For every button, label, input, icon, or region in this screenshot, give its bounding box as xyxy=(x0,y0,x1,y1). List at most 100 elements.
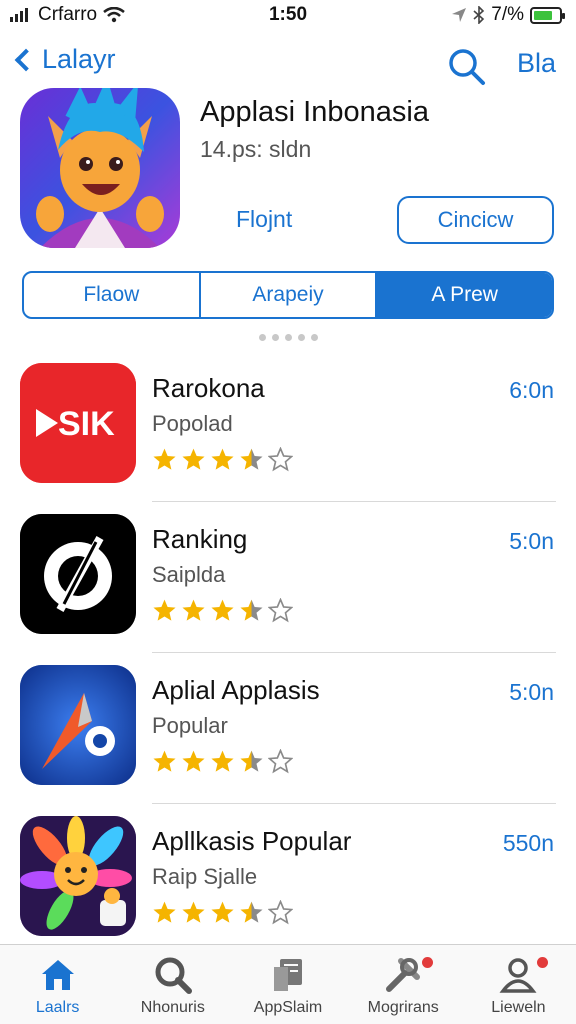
star-icon xyxy=(211,750,234,772)
app-subtitle: Saiplda xyxy=(152,562,226,587)
app-icon-text: SIK xyxy=(58,405,115,443)
page-dot xyxy=(310,334,318,341)
star-rating xyxy=(152,749,293,774)
star-icon xyxy=(153,901,176,923)
app-subtitle: Popolad xyxy=(152,411,233,436)
app-price-button[interactable]: 6:0n xyxy=(509,377,554,404)
search-icon xyxy=(155,957,192,994)
notification-badge xyxy=(537,957,549,968)
star-icon xyxy=(240,599,263,621)
star-icon xyxy=(211,599,234,621)
star-icon xyxy=(182,750,205,772)
app-icon: SIK xyxy=(20,363,136,483)
star-icon xyxy=(268,900,293,925)
star-icon xyxy=(268,749,293,774)
app-price-button[interactable]: 550n xyxy=(503,830,554,857)
bluetooth-icon xyxy=(473,6,485,24)
page-indicator xyxy=(0,334,576,341)
circle-slash-icon xyxy=(20,514,136,634)
tab-label: AppSlaim xyxy=(253,999,323,1016)
status-right: 7/% xyxy=(451,4,565,26)
star-icon xyxy=(153,448,176,470)
star-icon xyxy=(240,901,263,923)
page-dot xyxy=(271,334,279,341)
battery-percent: 7/% xyxy=(491,4,524,25)
star-icon xyxy=(153,750,176,772)
tab-label: Nhonuris xyxy=(140,999,205,1016)
segment-1[interactable]: Flaow xyxy=(24,273,201,317)
status-bar: Crfarro 1:50 7/% xyxy=(0,0,576,28)
nav-bar: Lalayr Bla xyxy=(0,30,576,96)
notification-badge xyxy=(421,957,433,968)
list-item[interactable]: Apllkasis Popular Raip Sjalle 550n xyxy=(0,808,576,959)
star-rating xyxy=(152,447,293,472)
tab-profile[interactable]: Lieweln xyxy=(461,945,576,1024)
tab-tools[interactable]: Mogrirans xyxy=(346,945,461,1024)
app-subtitle: Popular xyxy=(152,713,228,738)
featured-app-header: Applasi Inbonasia 14.ps: sldn Flojnt Cin… xyxy=(0,88,576,258)
tab-bar: Laalrs Nhonuris AppSlaim Mogrirans Liewe… xyxy=(0,944,576,1024)
page-dot xyxy=(297,334,305,341)
tab-label: Lieweln xyxy=(491,999,546,1016)
app-price-button[interactable]: 5:0n xyxy=(509,679,554,706)
chevron-left-icon xyxy=(14,48,38,71)
app-title: Aplial Applasis xyxy=(152,675,320,705)
tab-label: Mogrirans xyxy=(367,999,439,1016)
document-icon xyxy=(274,959,302,991)
cartoon-character-icon xyxy=(36,88,164,248)
app-subtitle: Raip Sjalle xyxy=(152,864,258,889)
app-title: Apllkasis Popular xyxy=(152,826,352,856)
featured-app-title: Applasi Inbonasia xyxy=(200,96,429,128)
list-item[interactable]: Ranking Saiplda 5:0n xyxy=(0,506,576,657)
search-icon[interactable] xyxy=(446,46,486,86)
star-icon xyxy=(182,901,205,923)
tab-home[interactable]: Laalrs xyxy=(0,945,115,1024)
app-title: Ranking xyxy=(152,524,248,554)
app-icon xyxy=(20,665,136,785)
app-icon xyxy=(20,514,136,634)
video-play-icon: SIK xyxy=(20,363,136,483)
app-price-button[interactable]: 5:0n xyxy=(509,528,554,555)
page-dot xyxy=(258,334,266,341)
star-icon xyxy=(182,448,205,470)
featured-app-button[interactable]: Cincicw xyxy=(397,196,554,244)
nav-action-button[interactable]: Bla xyxy=(517,48,556,79)
tools-icon xyxy=(386,958,421,992)
app-title: Rarokona xyxy=(152,373,265,403)
segmented-control: Flaow Arapeiy A Prew xyxy=(22,271,554,319)
star-icon xyxy=(268,598,293,623)
featured-app-icon xyxy=(20,88,180,248)
featured-app-link[interactable]: Flojnt xyxy=(236,206,292,233)
star-icon xyxy=(240,448,263,470)
tab-apps[interactable]: AppSlaim xyxy=(230,945,345,1024)
location-icon xyxy=(452,8,467,22)
tab-search[interactable]: Nhonuris xyxy=(115,945,230,1024)
list-item[interactable]: Aplial Applasis Popular 5:0n xyxy=(0,657,576,808)
tab-label: Laalrs xyxy=(35,999,80,1016)
star-icon xyxy=(268,447,293,472)
person-icon xyxy=(499,958,537,993)
featured-app-subtitle: 14.ps: sldn xyxy=(200,136,312,162)
back-label: Lalayr xyxy=(42,44,116,74)
app-list: SIK Rarokona Popolad 6:0n Ranking Saipld… xyxy=(0,355,576,959)
star-rating xyxy=(152,598,293,623)
home-icon xyxy=(41,960,74,990)
star-icon xyxy=(153,599,176,621)
divider xyxy=(152,803,556,804)
star-icon xyxy=(211,901,234,923)
divider xyxy=(152,501,556,502)
segment-2[interactable]: Arapeiy xyxy=(201,273,378,317)
list-item[interactable]: SIK Rarokona Popolad 6:0n xyxy=(0,355,576,506)
star-icon xyxy=(211,448,234,470)
back-button[interactable]: Lalayr xyxy=(10,44,116,75)
battery-fill xyxy=(534,10,553,20)
battery-icon xyxy=(530,6,565,24)
compass-icon xyxy=(20,665,136,785)
star-rating xyxy=(152,900,293,925)
star-icon xyxy=(240,750,263,772)
app-icon xyxy=(20,816,136,936)
star-icon xyxy=(182,599,205,621)
page-dot xyxy=(284,334,292,341)
flower-character-icon xyxy=(20,816,136,936)
segment-3[interactable]: A Prew xyxy=(377,273,552,317)
